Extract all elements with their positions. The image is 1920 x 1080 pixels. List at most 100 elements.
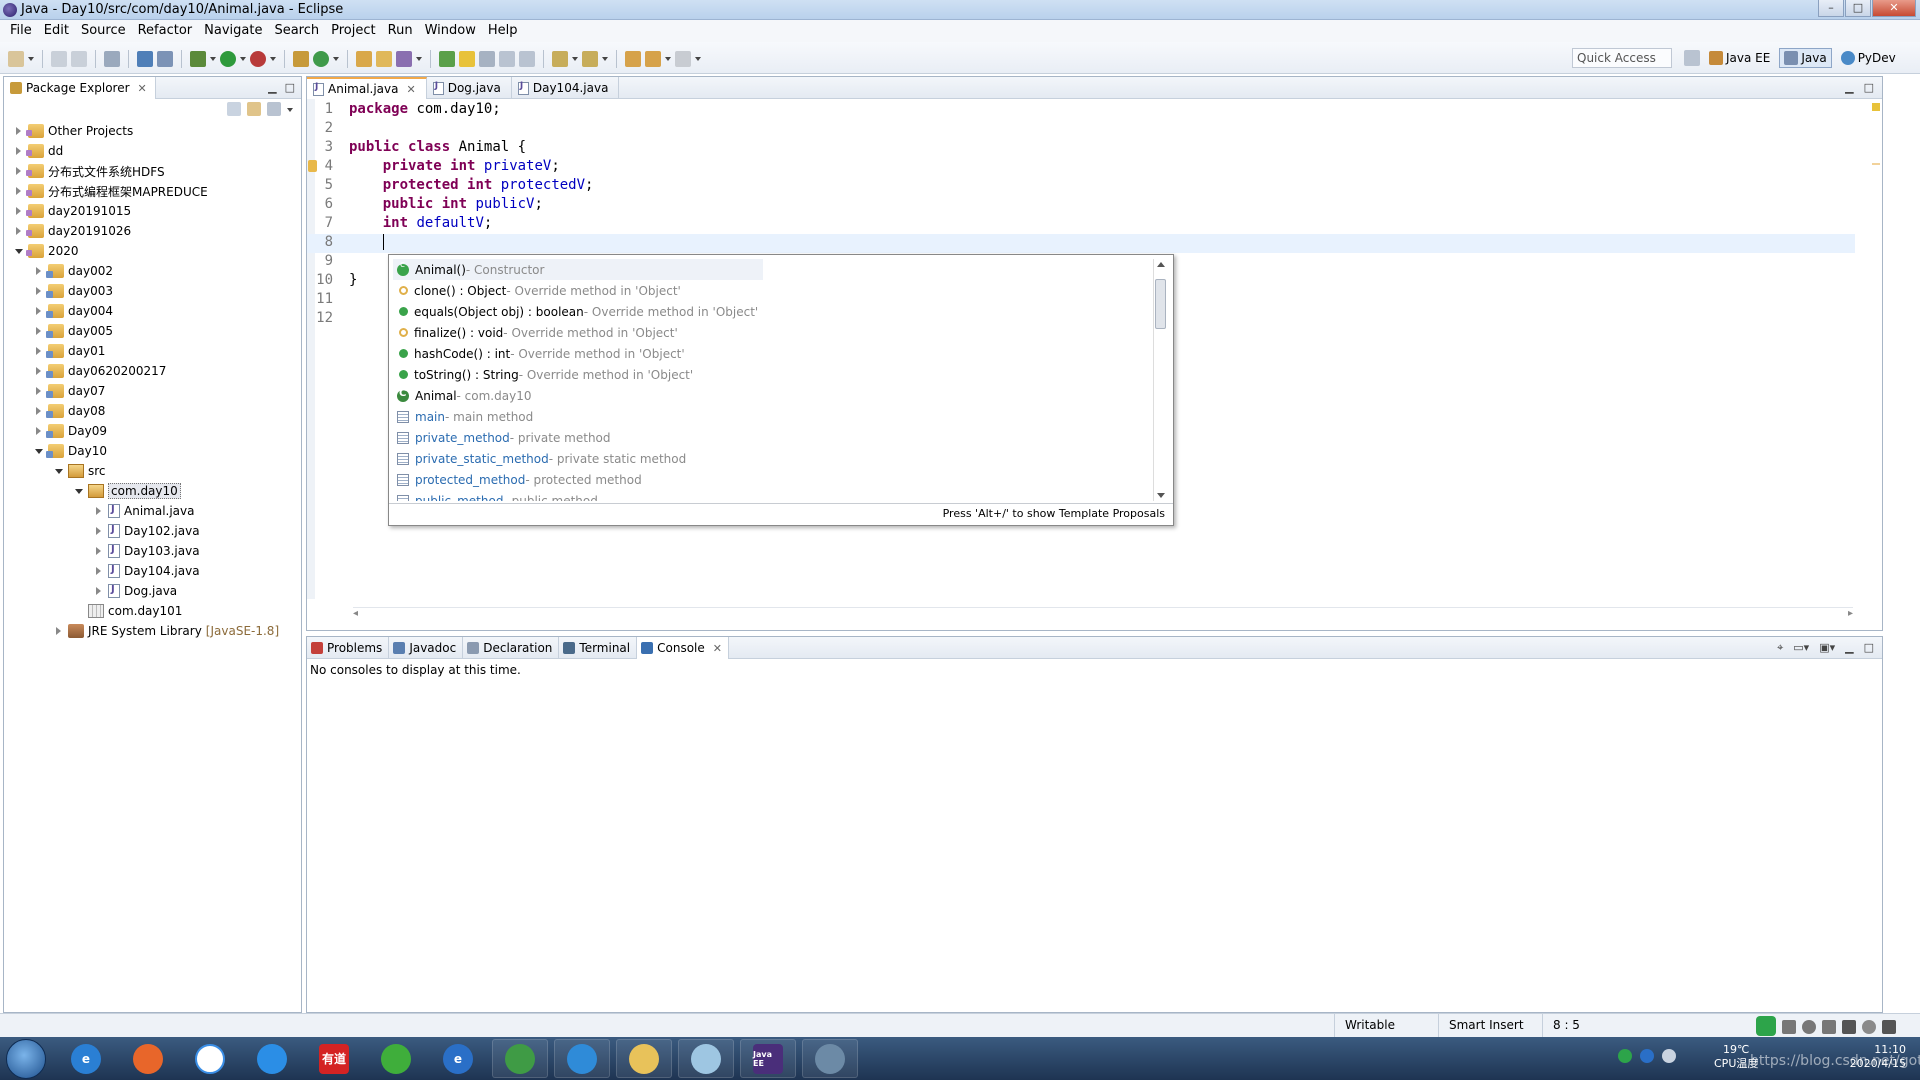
warning-marker-icon[interactable]	[1872, 103, 1880, 111]
code-line[interactable]: 3 public class Animal {	[307, 139, 1855, 158]
code-line[interactable]: 7 int defaultV;	[307, 215, 1855, 234]
expand-toggle-icon[interactable]	[54, 466, 64, 476]
expand-toggle-icon[interactable]	[94, 506, 104, 516]
expand-toggle-icon[interactable]	[34, 326, 44, 336]
expand-toggle-icon[interactable]	[94, 526, 104, 536]
expand-toggle-icon[interactable]	[14, 226, 24, 236]
debug-icon[interactable]	[190, 51, 206, 67]
expand-toggle-icon[interactable]	[14, 126, 24, 136]
menu-search[interactable]: Search	[268, 20, 325, 42]
tab-console[interactable]: Console ✕	[637, 637, 729, 659]
save-all-icon[interactable]	[71, 51, 87, 67]
open-folder-icon[interactable]	[376, 51, 392, 67]
keyboard-icon[interactable]	[1842, 1020, 1856, 1034]
menu-source[interactable]: Source	[75, 20, 132, 42]
ime-skin-icon[interactable]	[1862, 1020, 1876, 1034]
new-java-project-icon[interactable]	[293, 51, 309, 67]
taskbar-app-chrome[interactable]	[492, 1039, 548, 1078]
tab-package-explorer[interactable]: Package Explorer ✕	[4, 77, 156, 99]
skip-breakpoints-icon[interactable]	[157, 51, 173, 67]
external-tools-dropdown-icon[interactable]	[270, 51, 276, 67]
toggle-mark-icon[interactable]	[439, 51, 455, 67]
overview-marker[interactable]	[1872, 163, 1880, 165]
completion-scrollbar[interactable]	[1153, 259, 1167, 501]
code-line[interactable]: 5 protected int protectedV;	[307, 177, 1855, 196]
help-tray-icon[interactable]	[1640, 1049, 1654, 1063]
expand-toggle-icon[interactable]	[34, 286, 44, 296]
minimize-view-icon[interactable]: ▁	[268, 81, 276, 94]
close-button[interactable]: ✕	[1872, 0, 1916, 17]
debug-dropdown-icon[interactable]	[210, 51, 216, 67]
new-dropdown-icon[interactable]	[28, 51, 34, 67]
tab-problems[interactable]: Problems	[307, 637, 390, 659]
menu-edit[interactable]: Edit	[38, 20, 75, 42]
block-selection-icon[interactable]	[479, 51, 495, 67]
open-perspective-icon[interactable]	[1684, 50, 1700, 66]
link-with-editor-icon[interactable]	[247, 102, 261, 116]
minimize-console-icon[interactable]: ▁	[1845, 641, 1853, 655]
new-class-dropdown-icon[interactable]	[333, 51, 339, 67]
taskbar-app-firefox[interactable]	[120, 1039, 176, 1078]
forward-arrow-icon[interactable]	[675, 51, 691, 67]
close-view-button[interactable]: ✕	[138, 82, 147, 95]
code-line[interactable]: 8	[307, 234, 1855, 253]
close-tab-button[interactable]: ✕	[713, 642, 722, 655]
menu-file[interactable]: File	[4, 20, 38, 42]
tree-item[interactable]: Day09	[4, 421, 301, 441]
completion-item[interactable]: Animal() - Constructor	[393, 259, 1153, 280]
expand-toggle-icon[interactable]	[94, 566, 104, 576]
tree-item[interactable]: day005	[4, 321, 301, 341]
completion-item[interactable]: protected_method - protected method	[393, 469, 1153, 490]
menu-help[interactable]: Help	[482, 20, 524, 42]
quick-fix-warning-icon[interactable]	[308, 160, 317, 172]
tab-declaration[interactable]: Declaration	[463, 637, 560, 659]
next-annotation-dropdown-icon[interactable]	[572, 51, 578, 67]
tree-item[interactable]: 2020	[4, 241, 301, 261]
tree-item[interactable]: day003	[4, 281, 301, 301]
expand-toggle-icon[interactable]	[34, 266, 44, 276]
taskbar-app-app-blue[interactable]	[554, 1039, 610, 1078]
tree-item[interactable]: day0620200217	[4, 361, 301, 381]
focus-icon[interactable]	[267, 102, 281, 116]
taskbar-app-eclipse-javaee[interactable]: Java EE	[740, 1039, 796, 1078]
tree-item[interactable]: day08	[4, 401, 301, 421]
expand-toggle-icon[interactable]	[14, 206, 24, 216]
expand-toggle-icon[interactable]	[54, 626, 64, 636]
code-line[interactable]: 2	[307, 120, 1855, 139]
code-line[interactable]: 6 public int publicV;	[307, 196, 1855, 215]
new-icon[interactable]	[8, 51, 24, 67]
tree-item[interactable]: 分布式编程框架MAPREDUCE	[4, 181, 301, 201]
completion-item[interactable]: public_method - public method	[393, 490, 1153, 501]
overview-ruler[interactable]	[1870, 99, 1882, 629]
expand-toggle-icon[interactable]	[14, 146, 24, 156]
run-dropdown-icon[interactable]	[240, 51, 246, 67]
tree-item[interactable]: Day103.java	[4, 541, 301, 561]
tree-item[interactable]: Dog.java	[4, 581, 301, 601]
expand-toggle-icon[interactable]	[34, 446, 44, 456]
forward-dropdown-icon[interactable]	[695, 51, 701, 67]
menu-navigate[interactable]: Navigate	[198, 20, 268, 42]
tree-item[interactable]: Day10	[4, 441, 301, 461]
tab-dog-java[interactable]: Dog.java	[427, 77, 512, 99]
start-button[interactable]	[6, 1039, 46, 1079]
show-whitespace-icon[interactable]	[519, 51, 535, 67]
next-annotation-icon[interactable]	[552, 51, 568, 67]
maximize-editor-icon[interactable]: □	[1864, 81, 1874, 94]
wrench-icon[interactable]	[1882, 1020, 1896, 1034]
external-tools-icon[interactable]	[250, 51, 266, 67]
completion-item[interactable]: Animal - com.day10	[393, 385, 1153, 406]
maximize-console-icon[interactable]: □	[1864, 641, 1874, 655]
completion-item[interactable]: equals(Object obj) : boolean - Override …	[393, 301, 1153, 322]
last-edit-icon[interactable]	[625, 51, 641, 67]
tree-item[interactable]: JRE System Library [JavaSE-1.8]	[4, 621, 301, 641]
close-tab-button[interactable]: ✕	[406, 83, 415, 96]
scroll-up-icon[interactable]	[1157, 262, 1165, 267]
search-dropdown-icon[interactable]	[416, 51, 422, 67]
sogou-tray-icon[interactable]	[1618, 1049, 1632, 1063]
perspective-pydev[interactable]: PyDev	[1836, 48, 1901, 68]
perspective-java-ee[interactable]: Java EE	[1704, 48, 1775, 68]
collapse-all-icon[interactable]	[227, 102, 241, 116]
expand-toggle-icon[interactable]	[34, 386, 44, 396]
maximize-view-icon[interactable]: □	[285, 81, 295, 94]
tree-item[interactable]: com.day101	[4, 601, 301, 621]
